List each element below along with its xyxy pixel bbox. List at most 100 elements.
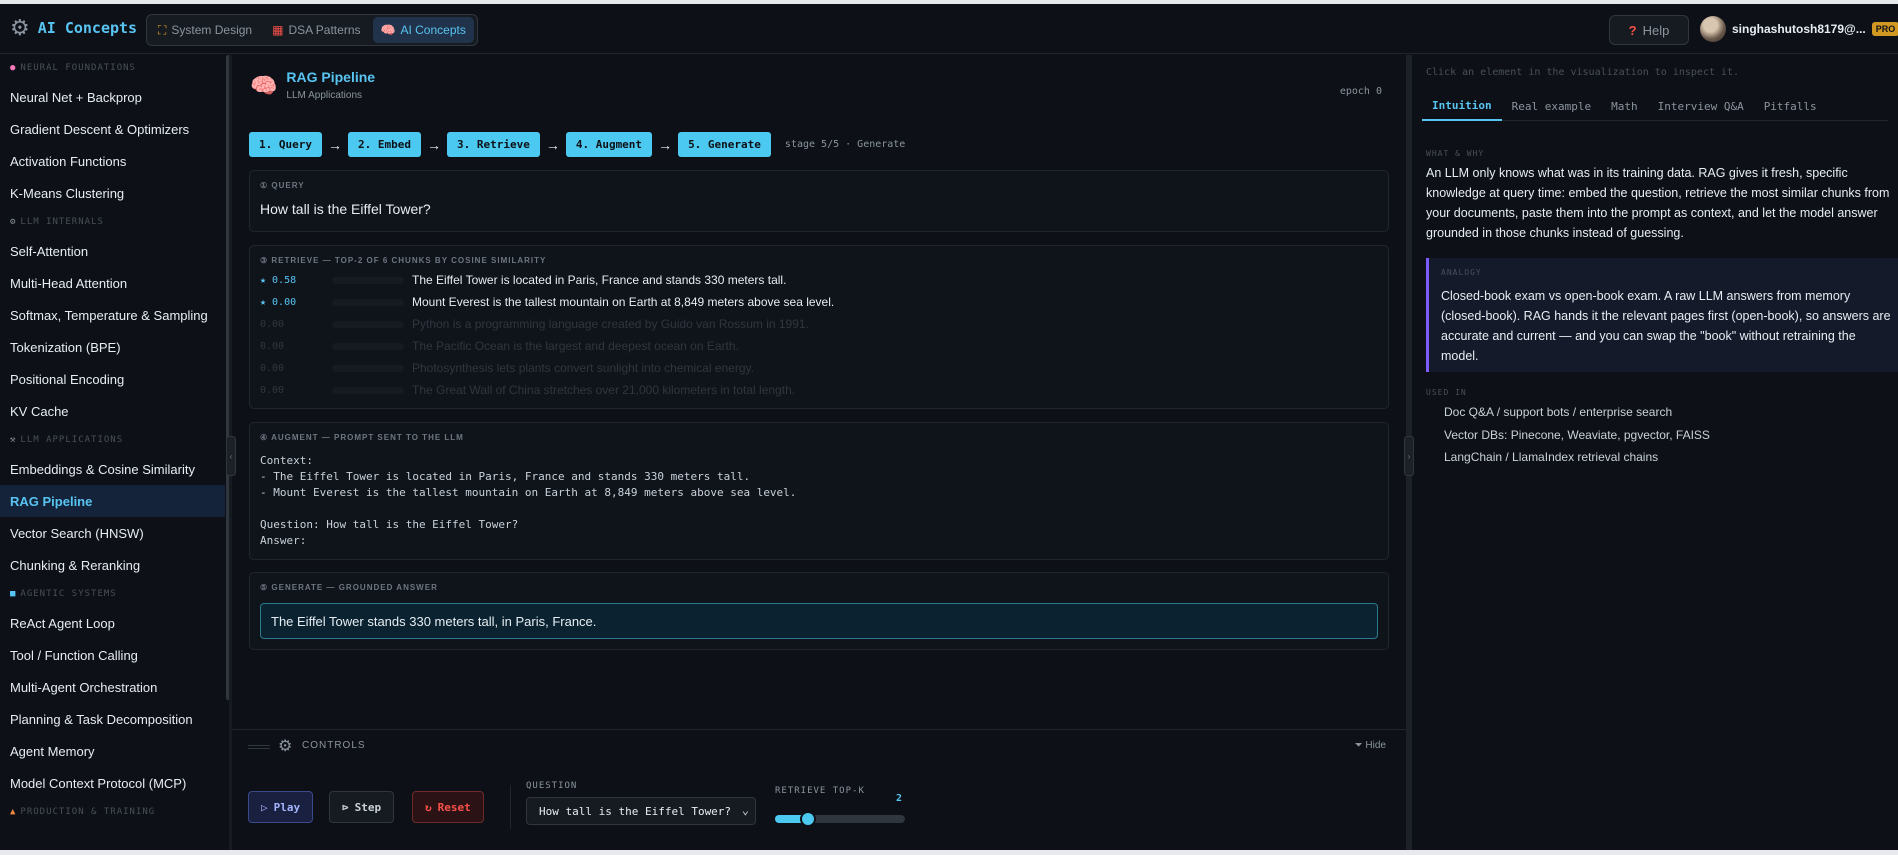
stage-generate[interactable]: 5. Generate	[678, 132, 771, 157]
question-select[interactable]: How tall is the Eiffel Tower? ⌄	[526, 797, 756, 825]
user-menu[interactable]: singhashutosh8179@... PRO	[1700, 16, 1898, 42]
chunk-row[interactable]: ★ 0.00 Mount Everest is the tallest moun…	[260, 293, 834, 311]
chunk-score: ★ 0.58	[260, 274, 297, 286]
sidebar-item-positional-encoding[interactable]: Positional Encoding	[0, 363, 225, 395]
section-label: PRODUCTION & TRAINING	[20, 807, 156, 817]
divider	[510, 785, 511, 829]
section-label: LLM APPLICATIONS	[20, 435, 124, 445]
tab-pitfalls[interactable]: Pitfalls	[1754, 91, 1827, 121]
epoch-counter: epoch 0	[1339, 86, 1382, 97]
sidebar-item-vector-search[interactable]: Vector Search (HNSW)	[0, 517, 225, 549]
sidebar-item-mcp[interactable]: Model Context Protocol (MCP)	[0, 767, 225, 799]
chunk-score: ★ 0.00	[260, 296, 297, 308]
sidebar-item-embeddings[interactable]: Embeddings & Cosine Similarity	[0, 453, 225, 485]
slider-thumb[interactable]	[799, 811, 816, 827]
hide-controls-button[interactable]: ⏷ Hide	[1355, 740, 1386, 751]
sidebar-section-title: ● NEURAL FOUNDATIONS	[0, 55, 225, 81]
augment-label: ④ AUGMENT — PROMPT SENT TO THE LLM	[260, 433, 464, 442]
similarity-bar	[332, 386, 404, 394]
generate-card: ⑤ GENERATE — GROUNDED ANSWER The Eiffel …	[249, 572, 1389, 650]
play-button[interactable]: ▷ Play	[248, 791, 314, 823]
section-label: LLM INTERNALS	[20, 217, 104, 227]
stage-info: stage 5/5 · Generate	[784, 139, 906, 150]
analogy-text: Closed-book exam vs open-book exam. A ra…	[1441, 289, 1891, 363]
controls-title: CONTROLS	[302, 740, 366, 751]
stage-query[interactable]: 1. Query	[249, 132, 322, 157]
stage-augment[interactable]: 4. Augment	[565, 132, 653, 157]
chunk-row[interactable]: 0.00 The Pacific Ocean is the largest an…	[260, 337, 739, 355]
sidebar-item-tokenization[interactable]: Tokenization (BPE)	[0, 331, 225, 363]
chunk-text: The Great Wall of China stretches over 2…	[412, 383, 796, 397]
tab-math[interactable]: Math	[1601, 91, 1648, 121]
chunk-row[interactable]: 0.00 The Great Wall of China stretches o…	[260, 381, 795, 399]
chunk-text: Python is a programming language created…	[412, 317, 809, 331]
sidebar-item-agent-memory[interactable]: Agent Memory	[0, 735, 225, 767]
drag-handle-icon[interactable]	[248, 745, 270, 749]
used-in-item: Doc Q&A / support bots / enterprise sear…	[1444, 405, 1673, 419]
tab-dsa-patterns[interactable]: ▦ DSA Patterns	[264, 17, 368, 43]
brain-icon: ●	[10, 63, 17, 73]
sidebar-item-activation-functions[interactable]: Activation Functions	[0, 145, 225, 177]
brand[interactable]: ⚙ AI Concepts	[10, 17, 137, 39]
sidebar-item-planning[interactable]: Planning & Task Decomposition	[0, 703, 225, 735]
tab-real-example[interactable]: Real example	[1502, 91, 1601, 121]
main-panel: 🧠 RAG Pipeline LLM Applications epoch 0 …	[232, 55, 1406, 850]
stage-embed[interactable]: 2. Embed	[347, 132, 421, 157]
chunk-text: Photosynthesis lets plants convert sunli…	[412, 361, 754, 375]
chip-icon: ⚙	[10, 217, 17, 227]
tab-label: DSA Patterns	[288, 23, 361, 37]
sidebar-item-multi-head-attention[interactable]: Multi-Head Attention	[0, 267, 225, 299]
tab-system-design[interactable]: ⛶ System Design	[150, 17, 260, 43]
factory-icon: ▲	[10, 807, 17, 817]
tab-interview-qa[interactable]: Interview Q&A	[1648, 91, 1754, 121]
hide-label: Hide	[1365, 740, 1386, 751]
sidebar-item-tool-calling[interactable]: Tool / Function Calling	[0, 639, 225, 671]
sidebar: ● NEURAL FOUNDATIONS Neural Net + Backpro…	[0, 55, 225, 850]
similarity-bar	[332, 276, 404, 284]
sidebar-item-kv-cache[interactable]: KV Cache	[0, 395, 225, 427]
sidebar-item-softmax[interactable]: Softmax, Temperature & Sampling	[0, 299, 225, 331]
analogy-box: ANALOGY Closed-book exam vs open-book ex…	[1426, 258, 1898, 372]
sidebar-section-title: ▲ PRODUCTION & TRAINING	[0, 799, 225, 825]
sidebar-item-react-agent[interactable]: ReAct Agent Loop	[0, 607, 225, 639]
tab-intuition[interactable]: Intuition	[1422, 91, 1502, 121]
topk-slider[interactable]	[775, 811, 905, 827]
tab-label: System Design	[171, 23, 253, 37]
page-title: RAG Pipeline	[286, 69, 376, 85]
sidebar-section-title: ⚙ LLM INTERNALS	[0, 209, 225, 235]
controls-panel: ▷ Play ⊳ Step ↻ Reset QUESTION How tall …	[232, 761, 1406, 850]
sidebar-item-k-means[interactable]: K-Means Clustering	[0, 177, 225, 209]
user-email: singhashutosh8179@...	[1732, 22, 1866, 36]
top-bar: ⚙ AI Concepts ⛶ System Design ▦ DSA Patt…	[0, 4, 1898, 54]
question-label: QUESTION	[526, 781, 578, 791]
chunk-row[interactable]: 0.00 Photosynthesis lets plants convert …	[260, 359, 754, 377]
reset-button[interactable]: ↻ Reset	[412, 791, 484, 823]
tab-label: AI Concepts	[400, 23, 466, 37]
chunk-text: Mount Everest is the tallest mountain on…	[412, 295, 835, 309]
help-button[interactable]: ? Help	[1609, 15, 1689, 45]
sidebar-section-title: ⚒ LLM APPLICATIONS	[0, 427, 225, 453]
chunk-text: The Pacific Ocean is the largest and dee…	[412, 339, 739, 353]
brain-icon: 🧠	[250, 73, 278, 98]
sidebar-item-gradient-descent[interactable]: Gradient Descent & Optimizers	[0, 113, 225, 145]
sidebar-item-chunking[interactable]: Chunking & Reranking	[0, 549, 225, 581]
analogy-label: ANALOGY	[1441, 268, 1482, 277]
generate-label: ⑤ GENERATE — GROUNDED ANSWER	[260, 583, 438, 592]
sidebar-item-multi-agent[interactable]: Multi-Agent Orchestration	[0, 671, 225, 703]
query-card[interactable]: ① QUERY How tall is the Eiffel Tower?	[249, 170, 1389, 232]
page-header: 🧠 RAG Pipeline LLM Applications	[250, 69, 375, 101]
inspector-panel: Click an element in the visualization to…	[1412, 55, 1898, 850]
sidebar-item-self-attention[interactable]: Self-Attention	[0, 235, 225, 267]
answer-box: The Eiffel Tower stands 330 meters tall,…	[260, 603, 1378, 639]
app-window: ⚙ AI Concepts ⛶ System Design ▦ DSA Patt…	[0, 4, 1898, 850]
tab-ai-concepts[interactable]: 🧠 AI Concepts	[372, 17, 474, 43]
sidebar-item-neural-net[interactable]: Neural Net + Backprop	[0, 81, 225, 113]
similarity-bar	[332, 342, 404, 350]
sidebar-item-rag-pipeline[interactable]: RAG Pipeline	[0, 485, 225, 517]
play-icon: ▷	[261, 800, 268, 814]
step-button[interactable]: ⊳ Step	[329, 791, 395, 823]
stage-retrieve[interactable]: 3. Retrieve	[446, 132, 540, 157]
chunk-row[interactable]: 0.00 Python is a programming language cr…	[260, 315, 809, 333]
chunk-row[interactable]: ★ 0.58 The Eiffel Tower is located in Pa…	[260, 271, 786, 289]
what-why-text: An LLM only knows what was in its traini…	[1426, 166, 1890, 240]
